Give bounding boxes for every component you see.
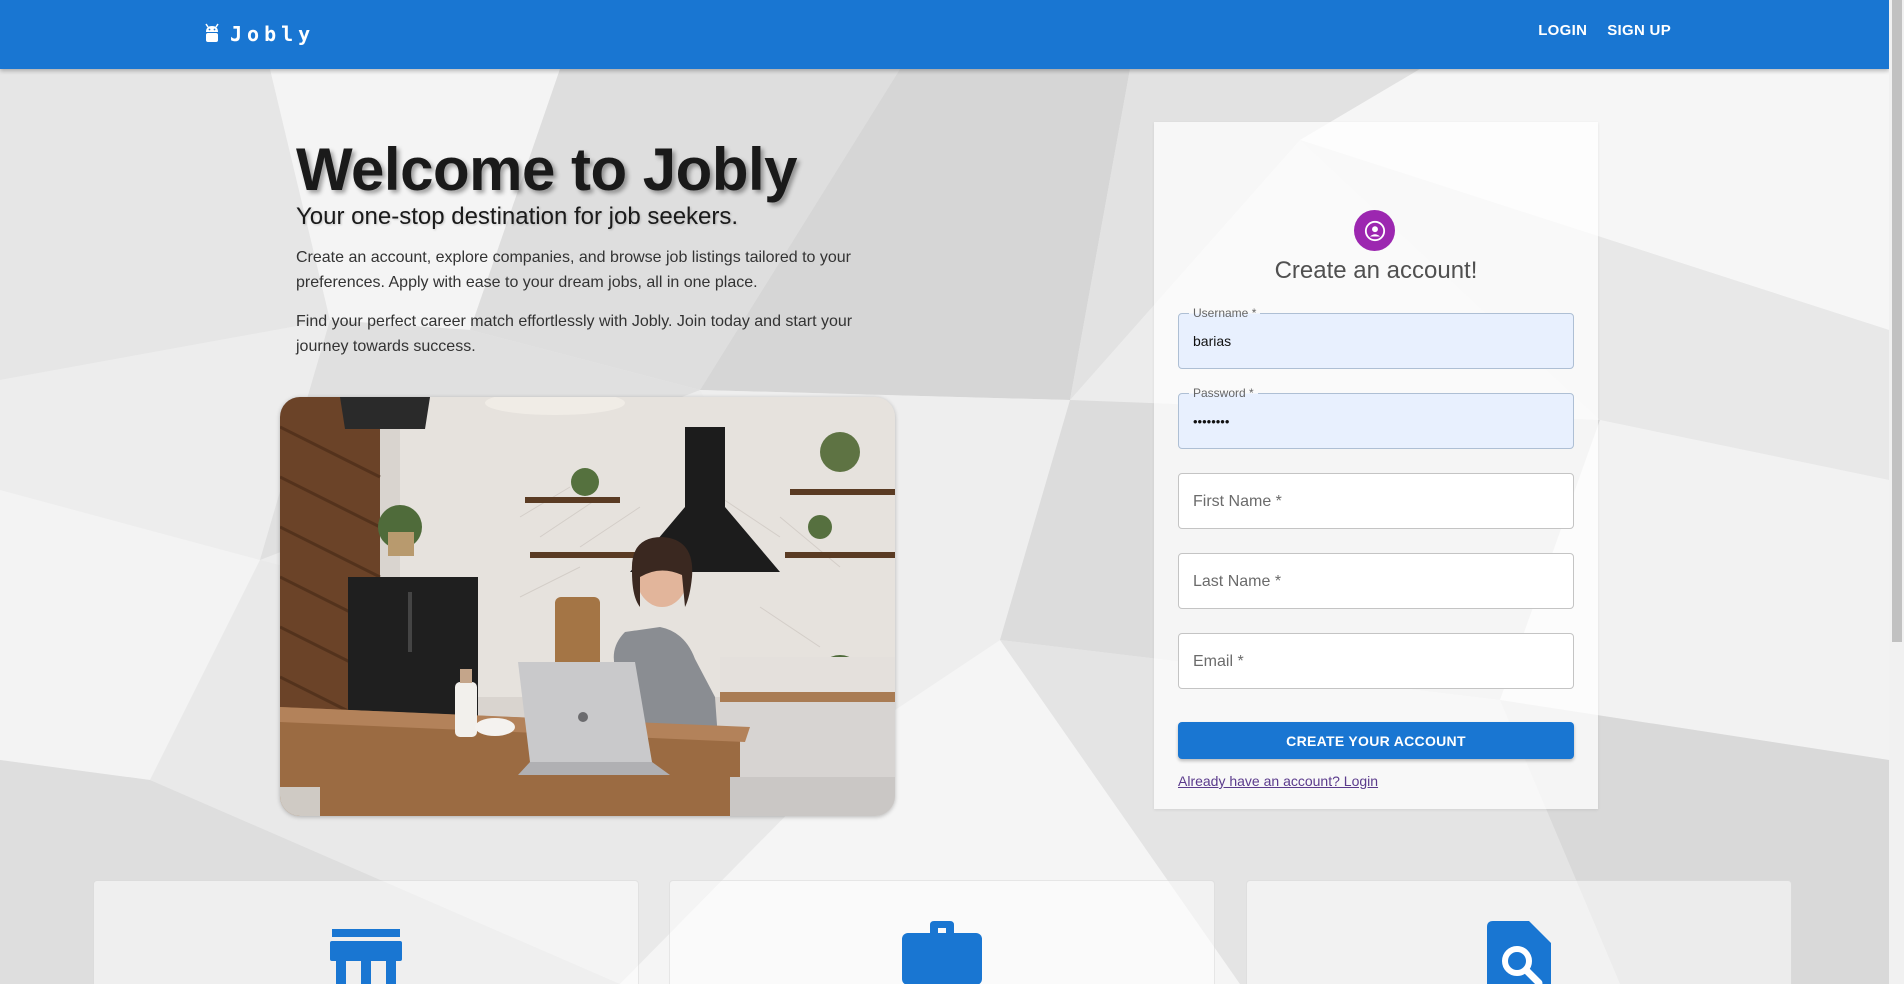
create-account-button[interactable]: CREATE YOUR ACCOUNT [1178, 722, 1574, 759]
page: Jobly LOGIN SIGN UP Welcome to Jobly You… [0, 0, 1904, 984]
hero-title: Welcome to Jobly [296, 136, 798, 203]
login-nav-link[interactable]: LOGIN [1538, 22, 1587, 39]
signup-card: Create an account! Username * Password *… [1154, 122, 1598, 809]
signup-title: Create an account! [1274, 257, 1478, 284]
hero-paragraph-2: Find your perfect career match effortles… [296, 313, 853, 355]
feature-card-jobs [669, 880, 1215, 984]
first-name-input[interactable] [1179, 474, 1573, 528]
email-field[interactable] [1178, 633, 1574, 689]
hero-section: Welcome to Jobly Your one-stop destinati… [296, 130, 906, 359]
app-name: Jobly [230, 22, 316, 46]
feature-card-companies [93, 880, 639, 984]
android-icon [205, 23, 219, 42]
last-name-input[interactable] [1179, 554, 1573, 608]
hero-paragraph-1: Create an account, explore companies, an… [296, 249, 851, 291]
scrollbar-thumb[interactable] [1892, 0, 1902, 642]
login-link[interactable]: Already have an account? Login [1178, 773, 1378, 789]
hero-subtitle: Your one-stop destination for job seeker… [296, 203, 739, 230]
last-name-field[interactable] [1178, 553, 1574, 609]
signup-nav-link[interactable]: SIGN UP [1607, 22, 1671, 39]
hero-photo [280, 397, 895, 816]
username-input[interactable] [1179, 314, 1573, 368]
password-field[interactable]: Password * [1178, 386, 1574, 449]
top-app-bar: Jobly LOGIN SIGN UP [0, 0, 1889, 69]
brand[interactable]: Jobly [204, 22, 315, 46]
briefcase-icon [902, 921, 982, 984]
document-search-icon [1487, 921, 1551, 984]
first-name-field[interactable] [1178, 473, 1574, 529]
page-scrollbar[interactable] [1889, 0, 1904, 984]
feature-card-search [1246, 880, 1792, 984]
top-nav: LOGIN SIGN UP [1538, 22, 1671, 39]
username-field[interactable]: Username * [1178, 306, 1574, 369]
account-circle-icon [1354, 210, 1395, 251]
email-input[interactable] [1179, 634, 1573, 688]
storefront-icon [330, 929, 402, 984]
password-input[interactable] [1179, 394, 1573, 448]
